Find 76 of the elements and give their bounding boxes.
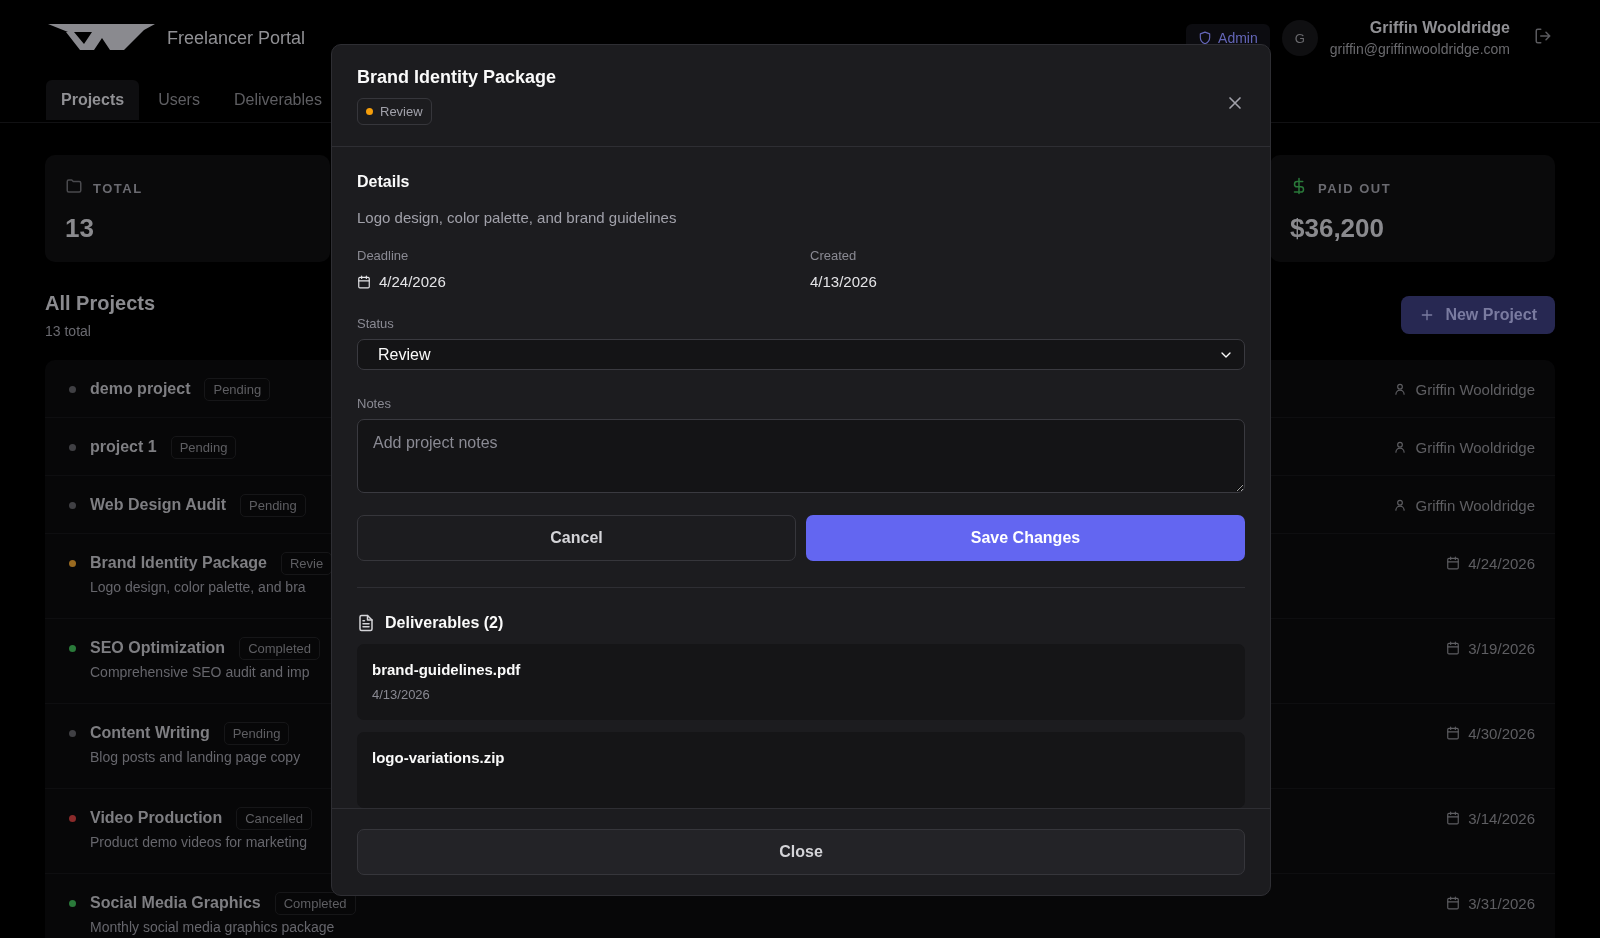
user-icon — [1393, 382, 1408, 396]
deadline-date: 3/14/2026 — [1468, 809, 1535, 827]
file-date: 4/13/2026 — [372, 687, 431, 702]
deadline-date: 4/24/2026 — [379, 273, 446, 290]
project-name: Content Writing — [90, 724, 210, 742]
close-button[interactable]: Close — [357, 829, 1245, 875]
field-label: Deadline — [357, 248, 410, 263]
user-email: griffin@griffinwooldridge.com — [1329, 41, 1510, 57]
project-description: Monthly social media graphics package — [89, 919, 336, 935]
document-icon — [357, 614, 375, 632]
project-description: Logo design, color palette, and bra — [89, 579, 307, 595]
deadline-date: 3/19/2026 — [1468, 639, 1535, 657]
project-count: 13 total — [45, 323, 92, 339]
status-badge: Pending — [170, 435, 237, 459]
calendar-icon — [1446, 811, 1461, 825]
project-name: Video Production — [90, 809, 223, 827]
user-name: Griffin Wooldridge — [1369, 19, 1510, 37]
status-badge: Completed — [239, 636, 320, 660]
nav-tab[interactable]: Deliverables — [218, 80, 337, 120]
details-heading: Details — [357, 173, 411, 191]
stat-label: PAID OUT — [1318, 180, 1392, 196]
created-date: 4/13/2026 — [810, 273, 878, 290]
folder-icon — [65, 177, 83, 195]
field-label: Notes — [357, 396, 392, 412]
save-button[interactable]: Save Changes — [806, 515, 1245, 561]
nav-tab[interactable]: Users — [143, 80, 215, 120]
assignee-name: Griffin Wooldridge — [1415, 438, 1535, 456]
status-badge: Pending — [204, 377, 271, 401]
stat-label: TOTAL — [93, 180, 143, 196]
file-name: brand-guidelines.pdf — [372, 661, 522, 678]
logout-icon — [1534, 27, 1552, 45]
calendar-icon — [357, 274, 371, 289]
project-name: demo project — [90, 380, 191, 398]
assignee-name: Griffin Wooldridge — [1415, 496, 1535, 514]
field-label: Status — [357, 316, 395, 331]
deliverable-item[interactable]: logo-variations.zip — [357, 732, 1245, 808]
nav-tab[interactable]: Projects — [46, 80, 140, 120]
project-name: project 1 — [90, 438, 157, 456]
project-description: Comprehensive SEO audit and imp — [89, 664, 311, 680]
project-name: Brand Identity Package — [90, 554, 267, 572]
calendar-icon — [1446, 896, 1461, 910]
project-name: Social Media Graphics — [90, 894, 261, 912]
logo-icon — [48, 24, 155, 52]
dialog-title: Brand Identity Package — [357, 67, 557, 88]
deadline-date: 3/31/2026 — [1468, 894, 1535, 912]
calendar-icon — [1446, 726, 1461, 740]
deliverable-item[interactable]: brand-guidelines.pdf 4/13/2026 — [357, 644, 1245, 720]
deadline-date: 4/30/2026 — [1468, 724, 1535, 742]
status-badge: Review — [357, 98, 432, 125]
status-badge: Cancelled — [236, 806, 312, 830]
avatar[interactable]: G — [1281, 20, 1318, 56]
file-name: logo-variations.zip — [372, 749, 506, 766]
app-title: Freelancer Portal — [167, 27, 306, 49]
deadline-date: 4/24/2026 — [1468, 554, 1535, 572]
status-badge: Pending — [223, 721, 290, 745]
calendar-icon — [1446, 641, 1461, 655]
project-name: SEO Optimization — [90, 639, 226, 657]
user-icon — [1393, 440, 1408, 454]
cancel-button[interactable]: Cancel — [357, 515, 796, 561]
user-icon — [1393, 498, 1408, 512]
shield-icon — [1198, 31, 1213, 45]
project-description: Logo design, color palette, and brand guidelines — [357, 209, 678, 226]
deliverables-heading: Deliverables (2) — [385, 614, 504, 632]
project-description: Product demo videos for marketing — [89, 834, 309, 850]
assignee-name: Griffin Wooldridge — [1415, 380, 1535, 398]
new-project-button[interactable]: New Project — [1401, 296, 1555, 334]
calendar-icon — [1446, 556, 1461, 570]
stat-value: $36,200 — [1290, 213, 1385, 244]
stat-value: 13 — [65, 213, 95, 244]
status-badge: Pending — [240, 493, 306, 517]
section-title: All Projects — [45, 292, 156, 315]
field-label: Created — [810, 248, 858, 263]
status-select[interactable]: Review — [357, 339, 1245, 371]
project-description: Blog posts and landing page copy — [89, 749, 301, 765]
project-name: Web Design Audit — [90, 496, 226, 514]
notes-field[interactable]: Add project notes — [357, 419, 1245, 493]
